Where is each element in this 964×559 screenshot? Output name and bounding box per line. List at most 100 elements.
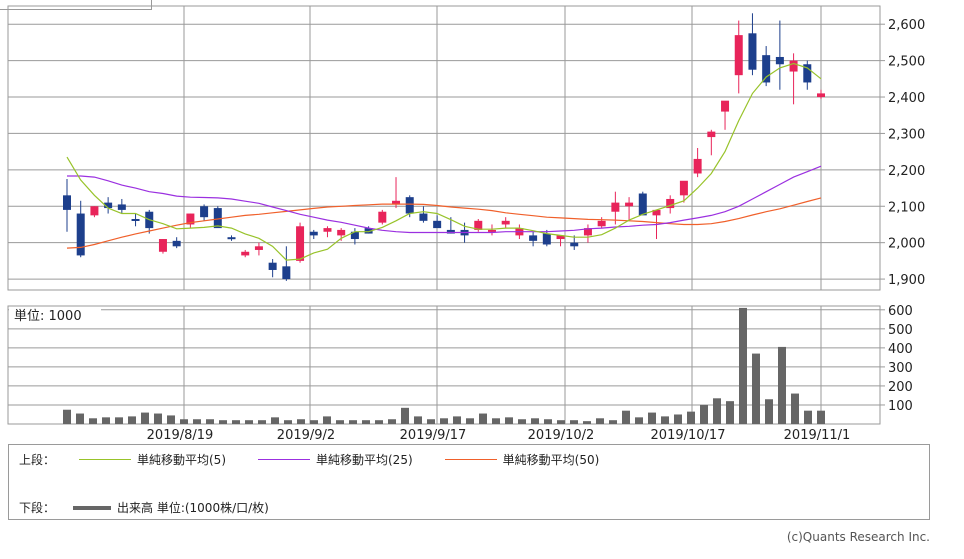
price-tick-label: 2,400: [888, 91, 925, 106]
x-tick-label: 2019/9/17: [400, 428, 467, 443]
volume-bar: [167, 415, 175, 424]
ma25-swatch: [258, 459, 310, 460]
volume-bar: [492, 418, 500, 424]
candle-body-down: [570, 242, 579, 247]
volume-bar: [752, 353, 760, 424]
candle-body-down: [131, 219, 140, 221]
x-tick-label: 2019/10/2: [528, 428, 595, 443]
volume-bar: [76, 413, 84, 424]
volume-tick-label: 300: [888, 361, 913, 376]
volume-bar: [635, 417, 643, 424]
volume-bar: [765, 399, 773, 424]
volume-bar: [804, 410, 812, 424]
candle-body-down: [76, 213, 85, 256]
candle-body-up: [158, 239, 167, 252]
volume-bar: [310, 420, 318, 424]
candle-body-up: [721, 100, 730, 112]
candle-body-down: [63, 195, 71, 210]
ma5-label: 単純移動平均(5): [137, 453, 226, 467]
volume-bar: [336, 420, 344, 424]
volume-bar: [141, 412, 149, 424]
price-tick-label: 2,000: [888, 237, 925, 252]
ma25-label: 単純移動平均(25): [316, 453, 413, 467]
candle-body-down: [529, 235, 538, 241]
corner-tab: [0, 0, 152, 10]
volume-bar: [349, 420, 357, 424]
ma50-label: 単純移動平均(50): [502, 453, 600, 467]
x-tick-label: 2019/10/17: [651, 428, 726, 443]
copyright-credit: (c)Quants Research Inc.: [786, 530, 930, 544]
candle-body-up: [707, 131, 716, 138]
x-tick-label: 2019/8/19: [147, 428, 214, 443]
price-tick-label: 2,500: [888, 55, 925, 70]
volume-bar: [570, 420, 578, 424]
volume-bar: [609, 420, 617, 424]
legend-lower-row: 下段： 出来高 単位:(1000株/口/枚): [19, 499, 291, 516]
volume-tick-label: 200: [888, 380, 913, 395]
ma5-swatch: [79, 459, 131, 460]
x-tick-label: 2019/9/2: [277, 428, 335, 443]
candle-body-up: [693, 158, 702, 174]
volume-bar: [89, 418, 97, 424]
candle-body-up: [597, 220, 606, 227]
volume-bar: [401, 407, 409, 424]
candle-body-down: [117, 204, 126, 210]
volume-bar: [791, 393, 799, 424]
volume-bar: [713, 398, 721, 424]
volume-bar: [440, 418, 448, 424]
candle-body-up: [625, 202, 634, 207]
volume-bar: [427, 419, 435, 424]
volume-tick-label: 400: [888, 342, 913, 357]
candle-body-down: [282, 266, 291, 280]
volume-bar: [206, 419, 214, 424]
volume-bar: [596, 418, 604, 424]
candle-body-down: [405, 197, 414, 214]
candle-body-down: [268, 262, 277, 270]
candle-body-up: [241, 251, 250, 256]
volume-bar: [466, 418, 474, 424]
candle-body-up: [378, 211, 387, 223]
candle-body-up: [611, 202, 620, 212]
candle-body-down: [227, 237, 236, 240]
candle-body-down: [638, 193, 647, 216]
volume-bar: [557, 420, 565, 424]
candle-body-down: [748, 33, 757, 70]
volume-unit-label: 単位: 1000: [14, 308, 82, 324]
candle-body-up: [487, 229, 496, 232]
volume-bar: [284, 420, 292, 424]
volume-bar: [479, 413, 487, 424]
candle-body-up: [734, 35, 743, 76]
volume-bar: [778, 346, 786, 424]
price-tick-label: 2,200: [888, 164, 925, 179]
volume-bar: [63, 409, 71, 424]
volume-tick-label: 100: [888, 399, 913, 414]
volume-bar: [362, 420, 370, 424]
volume-bar: [453, 416, 461, 424]
volume-bar: [531, 418, 539, 424]
volume-panel-frame: [7, 305, 881, 425]
volume-bar: [297, 419, 305, 424]
candle-body-down: [419, 213, 428, 221]
volume-bar: [817, 410, 825, 424]
volume-bar: [219, 420, 227, 424]
candle-body-up: [254, 246, 263, 250]
volume-bar: [661, 416, 669, 424]
volume-bar: [323, 416, 331, 424]
stock-chart: 2019/8/19 2019/9/2 2019/9/17 2019/10/2 2019/…: [0, 0, 964, 559]
volume-tick-label: 500: [888, 323, 913, 338]
volume-bar: [583, 421, 591, 424]
candle-body-up: [296, 226, 305, 261]
legend-upper-label: 上段：: [19, 453, 56, 467]
volume-bar: [739, 307, 747, 424]
volume-bar: [622, 410, 630, 424]
volume-bar: [700, 404, 708, 424]
legend-ma50: 単純移動平均(50): [435, 451, 600, 468]
volume-bar: [388, 419, 396, 424]
volume-bar: [414, 416, 422, 424]
candle-body-down: [542, 233, 551, 245]
legend-volume: 出来高 単位:(1000株/口/枚): [69, 499, 269, 516]
price-tick-label: 2,600: [888, 18, 925, 33]
volume-bar: [154, 413, 162, 424]
volume-bar: [128, 416, 136, 424]
volume-bar: [232, 420, 240, 424]
